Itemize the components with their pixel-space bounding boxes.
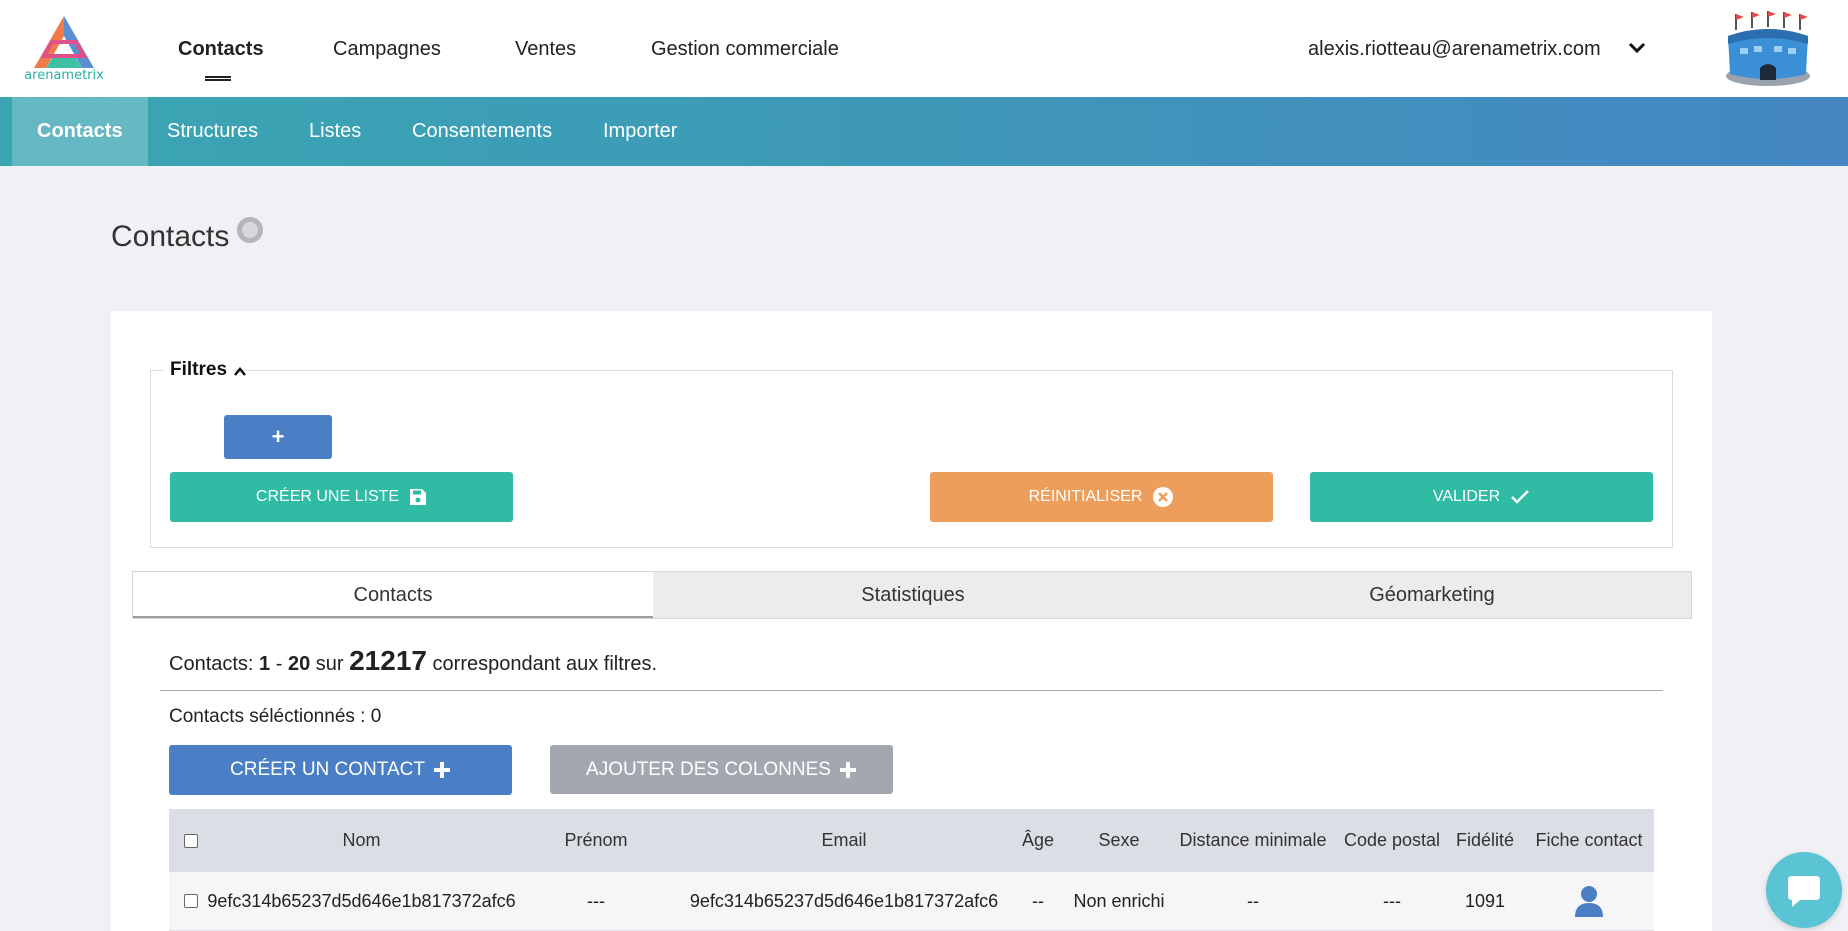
cell-nom: 9efc314b65237d5d646e1b817372afc6 [207,890,516,911]
results-sur: sur [310,653,350,675]
cell-fiche-contact [1524,872,1654,930]
add-filter-button[interactable]: + [224,415,332,459]
chat-icon [1788,876,1820,907]
cell-sexe: Non enrichi [1073,890,1165,911]
logo-mark-icon [34,16,94,68]
chat-support-button[interactable] [1766,852,1842,928]
validate-button[interactable]: VALIDER [1310,472,1653,522]
create-list-button[interactable]: CRÉER UNE LISTE [170,472,513,522]
results-suffix: correspondant aux filtres. [426,653,658,675]
save-icon [410,489,427,505]
sub-nav-consentements[interactable]: Consentements [412,97,552,166]
filters-legend-label: Filtres [170,359,228,380]
results-dash: - [270,653,288,675]
sub-navbar: Contacts Structures Listes Consentements… [0,97,1848,166]
header-age[interactable]: Âge [1006,809,1070,872]
results-prefix: Contacts: [169,653,260,675]
header-email[interactable]: Email [682,809,1006,872]
selected-contacts-count: Contacts séléctionnés : 0 [169,706,382,727]
reset-label: RÉINITIALISER [1028,488,1143,505]
plus-icon [433,762,450,778]
person-icon[interactable] [1574,885,1604,917]
header-fiche-contact: Fiche contact [1535,830,1643,850]
chevron-down-icon[interactable] [1626,36,1648,58]
close-circle-icon [1153,487,1174,507]
cell-email: 9efc314b65237d5d646e1b817372afc6 [689,890,999,911]
main-nav-ventes[interactable]: Ventes [515,38,576,61]
arenametrix-logo[interactable]: arenametrix [24,12,104,84]
sub-nav-listes[interactable]: Listes [309,97,361,166]
cell-prenom: --- [587,890,605,911]
validate-label: VALIDER [1432,488,1501,505]
create-contact-button[interactable]: CRÉER UN CONTACT [169,745,512,795]
cell-distance: -- [1247,890,1259,911]
results-to: 20 [287,653,311,675]
filters-toggle[interactable]: Filtres [164,359,234,381]
reset-button[interactable]: RÉINITIALISER [930,472,1273,522]
tab-statistiques[interactable]: Statistiques [653,572,1173,618]
add-columns-label: AJOUTER DES COLONNES [586,758,831,780]
top-navbar: arenametrix Contacts Campagnes Ventes Ge… [0,0,1848,97]
header-sexe[interactable]: Sexe [1070,809,1168,872]
cell-age: -- [1032,890,1044,911]
header-code-postal[interactable]: Code postal [1338,809,1446,872]
header-fidelite[interactable]: Fidélité [1446,809,1524,872]
results-from: 1 [259,653,271,675]
add-columns-button[interactable]: AJOUTER DES COLONNES [550,745,893,794]
user-email[interactable]: alexis.riotteau@arenametrix.com [1308,38,1601,61]
loading-indicator-icon [237,217,263,243]
cell-code-postal: --- [1383,890,1401,911]
sub-nav-importer[interactable]: Importer [603,97,677,166]
main-nav-campagnes[interactable]: Campagnes [333,38,441,61]
check-icon [1511,490,1530,504]
results-tabs: Contacts Statistiques Géomarketing [132,571,1692,619]
results-summary: Contacts: 1 - 20 sur 21217 correspondant… [169,645,657,677]
main-nav-active-indicator [205,76,231,81]
page-title: Contacts [111,220,230,253]
tab-geomarketing[interactable]: Géomarketing [1173,572,1691,618]
divider [160,690,1663,691]
row-checkbox[interactable] [184,894,198,908]
tab-contacts[interactable]: Contacts [133,572,653,618]
stadium-avatar-icon[interactable] [1722,8,1814,88]
cell-fidelite: 1091 [1464,890,1506,911]
chevron-up-icon[interactable] [233,365,247,379]
results-total: 21217 [349,645,427,676]
header-select-cell [169,809,213,872]
header-nom[interactable]: Nom [213,809,510,872]
header-distance[interactable]: Distance minimale [1168,809,1338,872]
select-all-checkbox[interactable] [184,833,198,848]
plus-icon [839,761,856,778]
create-contact-label: CRÉER UN CONTACT [230,759,425,780]
sub-nav-contacts[interactable]: Contacts [12,97,148,166]
header-prenom[interactable]: Prénom [510,809,682,872]
add-filter-label: + [271,424,285,449]
logo-text: arenametrix [24,68,104,83]
create-list-label: CRÉER UNE LISTE [255,488,400,505]
table-row: 9efc314b65237d5d646e1b817372afc6 --- 9ef… [169,872,1654,931]
main-nav-contacts[interactable]: Contacts [178,38,264,61]
table-header: Nom Prénom Email Âge Sexe Distance minim… [169,809,1654,872]
sub-nav-structures[interactable]: Structures [167,97,258,166]
main-nav-gestion-commerciale[interactable]: Gestion commerciale [651,38,839,61]
